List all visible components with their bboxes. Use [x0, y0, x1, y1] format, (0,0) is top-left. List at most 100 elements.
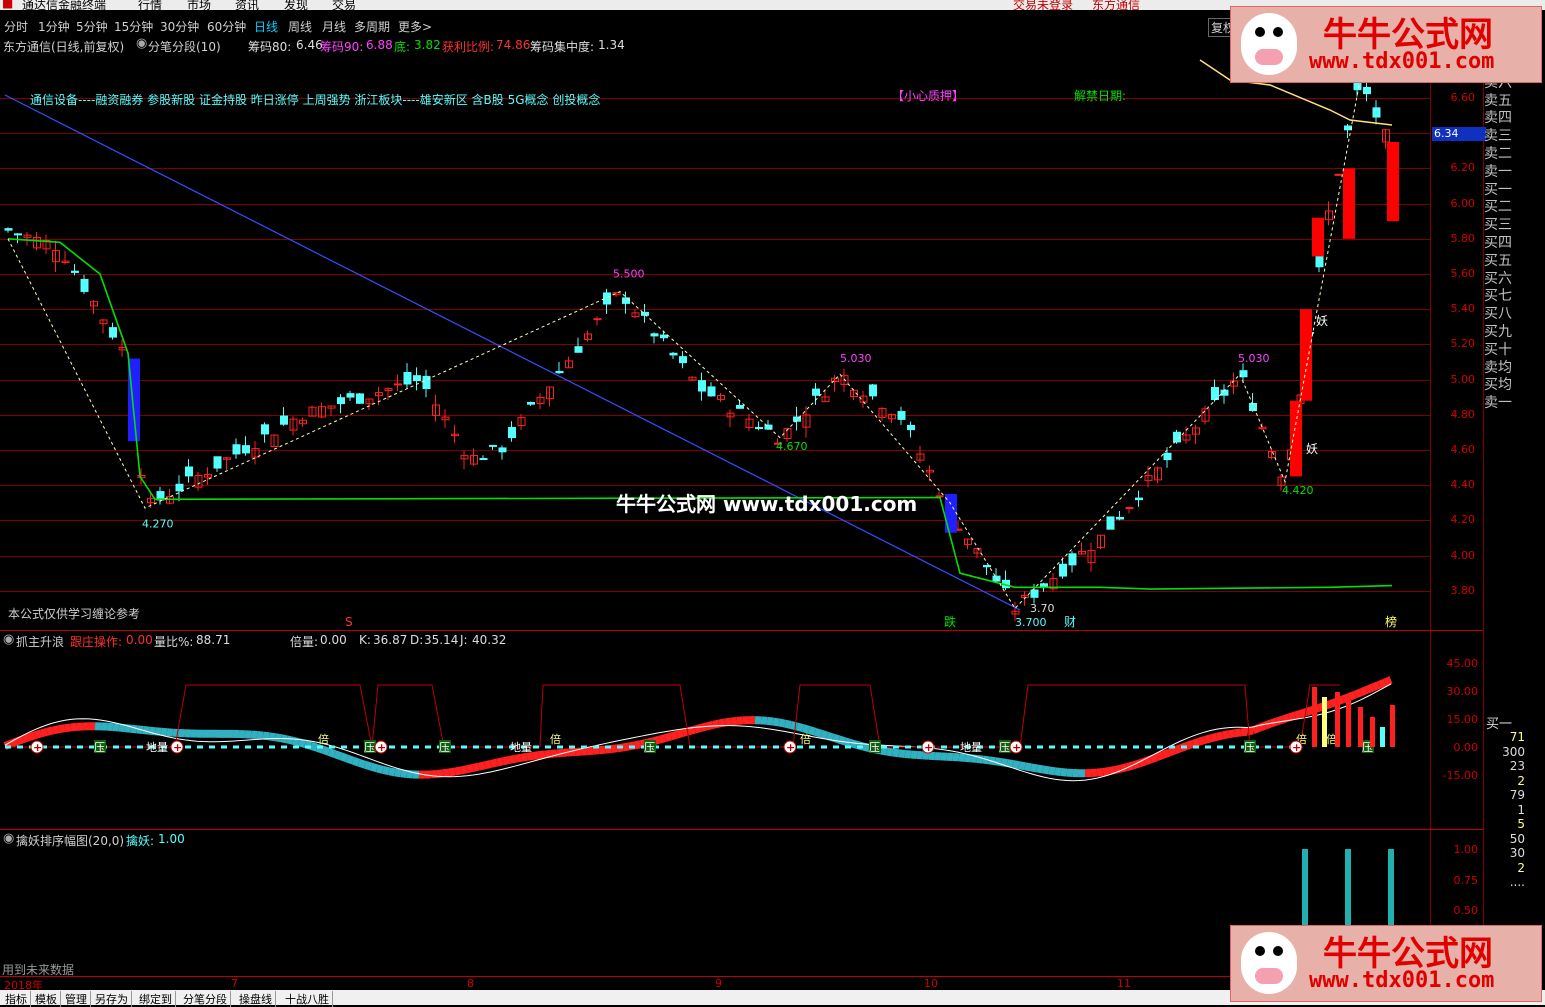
trend-band: [503, 760, 509, 761]
trend-band: [815, 732, 821, 734]
trend-band: [725, 722, 731, 723]
trend-band: [395, 772, 401, 773]
period-tab-more[interactable]: 更多>: [398, 18, 432, 35]
trend-band: [293, 741, 299, 743]
pivot-label: 5.030: [1238, 352, 1270, 365]
trend-band: [1385, 680, 1391, 682]
menu-item-news[interactable]: 资讯: [235, 0, 259, 10]
trend-band: [455, 770, 461, 771]
trend-band: [1007, 763, 1013, 764]
price-tick-label: 5.80: [1427, 232, 1475, 245]
trend-band: [881, 751, 887, 752]
mid-tick-label: 45.00: [1430, 657, 1478, 670]
candle-body: [984, 566, 991, 567]
low-toggle-icon[interactable]: ◉: [3, 831, 14, 846]
trend-band: [977, 759, 983, 760]
trend-band: [623, 746, 629, 747]
menu-item-trade[interactable]: 交易: [332, 0, 356, 10]
trend-band: [1049, 770, 1055, 771]
pivot-label: 4.670: [776, 440, 808, 453]
trend-band: [1193, 742, 1199, 744]
candle-body: [936, 496, 943, 497]
login-status[interactable]: 交易未登录: [1013, 0, 1073, 10]
trend-band: [1103, 771, 1109, 772]
indicator-toggle-icon[interactable]: ◉: [136, 36, 147, 51]
indicator-chart[interactable]: 压压压压压压压压地量地量地量倍倍倍倍倍+++++++: [0, 650, 1430, 830]
candle-body: [680, 357, 687, 363]
trend-band: [767, 721, 773, 722]
price-tick-label: 6.00: [1427, 197, 1475, 210]
trend-band: [41, 732, 47, 734]
trend-band: [1355, 692, 1361, 694]
trend-band: [521, 757, 527, 758]
trend-band: [1349, 695, 1355, 697]
kdj-d-label: D:: [410, 633, 423, 647]
trend-band: [1253, 728, 1259, 730]
candle-body: [1212, 388, 1219, 400]
candle-body: [480, 459, 487, 460]
low-tick-label: 1.00: [1430, 843, 1478, 856]
volume-bar: [1390, 705, 1395, 747]
trend-band: [149, 731, 155, 732]
menu-item-markets[interactable]: 市场: [187, 0, 211, 10]
date-label-aug: 8: [467, 977, 474, 990]
trend-band: [353, 761, 359, 763]
trend-band: [719, 722, 725, 723]
trend-band: [1025, 766, 1031, 767]
period-tab-multi[interactable]: 多周期: [354, 18, 390, 35]
period-tab-daily[interactable]: 日线: [254, 18, 278, 35]
period-tab-60min[interactable]: 60分钟: [207, 18, 246, 35]
candle-body: [1335, 174, 1342, 175]
period-tab-fenshi[interactable]: 分时: [4, 18, 28, 35]
plus-marker-text: +: [33, 741, 42, 754]
trend-band: [731, 721, 737, 722]
trend-band: [1259, 726, 1265, 728]
panel-divider-2: [0, 829, 1483, 830]
mid-toggle-icon[interactable]: ◉: [3, 632, 14, 647]
rank-chart[interactable]: [0, 845, 1430, 975]
bottom-label: 底:: [394, 38, 410, 55]
candle-body: [243, 446, 250, 453]
trend-band: [449, 772, 455, 773]
period-tab-monthly[interactable]: 月线: [322, 18, 346, 35]
plus-marker-text: +: [786, 741, 795, 754]
trend-band: [1295, 714, 1301, 716]
candle-body: [186, 467, 193, 476]
candle-body: [575, 347, 582, 353]
pivot-label: 5.030: [840, 352, 872, 365]
indicator-name: 分笔分段(10): [148, 38, 221, 55]
candle-body: [556, 371, 563, 372]
tag-text: 倍: [800, 732, 811, 746]
kdj-j-value: 40.32: [472, 633, 506, 647]
trend-band: [827, 736, 833, 738]
zigzag-line: [8, 80, 1360, 608]
low-tick-label: 0.75: [1430, 874, 1478, 887]
trend-band: [443, 773, 449, 774]
menu-item-discover[interactable]: 发现: [284, 0, 308, 10]
period-tab-15min[interactable]: 15分钟: [114, 18, 153, 35]
candle-body: [604, 293, 611, 304]
trend-band: [1151, 757, 1157, 759]
volume-bar: [1358, 707, 1363, 747]
candle-body: [1373, 108, 1380, 117]
menu-item-market[interactable]: 行情: [138, 0, 162, 10]
period-tab-1min[interactable]: 1分钟: [38, 18, 70, 35]
period-tab-30min[interactable]: 30分钟: [160, 18, 199, 35]
candlestick-chart[interactable]: 4.2705.5004.6705.0303.703.7005.0304.420S…: [0, 55, 1430, 630]
candle-body: [414, 376, 421, 381]
trend-band: [533, 755, 539, 756]
trend-band: [23, 737, 29, 739]
pivot-label: 4.270: [142, 517, 174, 530]
candle-body: [670, 353, 677, 355]
period-tab-weekly[interactable]: 周线: [288, 18, 312, 35]
period-tab-5min[interactable]: 5分钟: [76, 18, 108, 35]
trend-band: [887, 752, 893, 753]
highlight-candle: [1290, 401, 1302, 477]
candle-body: [404, 372, 411, 384]
mid-tick-label: -15.00: [1430, 769, 1478, 782]
trend-band: [1055, 771, 1061, 772]
date-label-nov: 11: [1117, 977, 1131, 990]
trend-band: [359, 763, 365, 765]
candle-body: [81, 279, 88, 291]
trend-band: [1061, 772, 1067, 773]
